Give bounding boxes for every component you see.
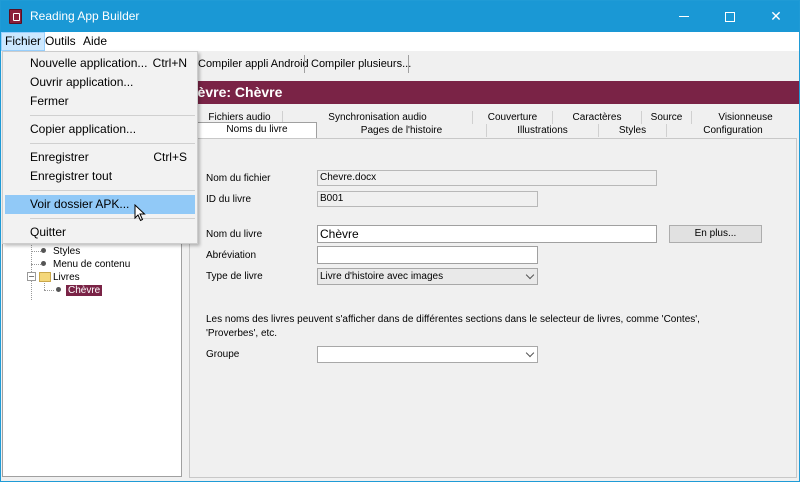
group-label: Groupe xyxy=(206,349,240,360)
menu-copy-app[interactable]: Copier application... xyxy=(5,120,195,139)
tab-configuration[interactable]: Configuration xyxy=(667,124,799,137)
booktype-value: Livre d'histoire avec images xyxy=(320,271,444,282)
tree-item-contents-menu[interactable]: Menu de contenu xyxy=(53,258,130,271)
filename-field: Chevre.docx xyxy=(317,170,657,186)
build-android-button[interactable]: Compiler appli Android xyxy=(194,54,313,74)
collapse-icon[interactable]: − xyxy=(27,272,36,281)
mouse-cursor-icon xyxy=(134,204,146,222)
groups-info-text: Les noms des livres peuvent s'afficher d… xyxy=(206,314,700,339)
close-icon: ✕ xyxy=(770,8,782,25)
menu-new-app[interactable]: Nouvelle application... Ctrl+N xyxy=(5,54,195,73)
menu-fichier[interactable]: Fichier xyxy=(1,32,46,51)
menu-open-app[interactable]: Ouvrir application... xyxy=(5,73,195,92)
app-window: Reading App Builder ✕ Fichier Outils Aid… xyxy=(0,0,800,482)
minimize-icon xyxy=(679,16,689,17)
tab-source[interactable]: Source xyxy=(642,111,692,124)
tree-item-styles[interactable]: Styles xyxy=(53,245,80,258)
title-bar: Reading App Builder ✕ xyxy=(1,1,799,32)
menu-separator xyxy=(30,218,195,219)
tree-connector xyxy=(44,290,54,291)
maximize-button[interactable] xyxy=(707,1,753,32)
tab-story-pages[interactable]: Pages de l'histoire xyxy=(317,124,487,137)
tree-connector xyxy=(44,283,45,290)
book-names-panel: Nom du fichier Chevre.docx ID du livre B… xyxy=(189,138,797,478)
menu-close[interactable]: Fermer xyxy=(5,92,195,111)
menu-separator xyxy=(30,190,195,191)
more-button[interactable]: En plus... xyxy=(669,225,762,243)
file-menu: Nouvelle application... Ctrl+N Ouvrir ap… xyxy=(2,51,198,244)
menu-save[interactable]: Enregistrer Ctrl+S xyxy=(5,148,195,167)
menu-separator xyxy=(30,115,195,116)
menu-save-all[interactable]: Enregistrer tout xyxy=(5,167,195,186)
booktype-select[interactable]: Livre d'histoire avec images xyxy=(317,268,538,285)
chevron-down-icon xyxy=(525,270,535,280)
book-editor: hèvre: Chèvre Fichiers audio Synchronisa… xyxy=(187,77,799,481)
bookname-label: Nom du livre xyxy=(206,229,263,240)
minimize-button[interactable] xyxy=(661,1,707,32)
abbreviation-label: Abréviation xyxy=(206,250,257,261)
menu-aide[interactable]: Aide xyxy=(80,32,110,51)
tree-connector xyxy=(31,264,41,265)
bookid-field: B001 xyxy=(317,191,538,207)
bookid-label: ID du livre xyxy=(206,194,252,205)
tree-bullet-icon xyxy=(56,287,61,292)
menu-copy-app-label: Copier application... xyxy=(30,122,137,136)
filename-label: Nom du fichier xyxy=(206,173,271,184)
book-header: hèvre: Chèvre xyxy=(187,81,799,104)
maximize-icon xyxy=(725,11,735,22)
menu-separator xyxy=(30,143,195,144)
tree-connector xyxy=(31,251,41,252)
menu-quit-label: Quitter xyxy=(30,225,67,239)
tab-cover[interactable]: Couverture xyxy=(473,111,553,124)
tree-item-chevre-label: Chèvre xyxy=(66,285,103,296)
menu-open-app-label: Ouvrir application... xyxy=(30,75,134,89)
window-title: Reading App Builder xyxy=(30,9,140,23)
menu-save-all-label: Enregistrer tout xyxy=(30,169,113,183)
build-multiple-button[interactable]: Compiler plusieurs... xyxy=(307,54,415,74)
bookname-input[interactable]: Chèvre xyxy=(317,225,657,243)
tree-bullet-icon xyxy=(41,261,46,266)
menu-close-label: Fermer xyxy=(30,94,69,108)
menu-outils[interactable]: Outils xyxy=(42,32,79,51)
menu-bar: Fichier Outils Aide xyxy=(1,32,799,51)
toolbar-separator xyxy=(304,55,305,73)
tab-book-names[interactable]: Noms du livre xyxy=(197,122,317,138)
menu-new-app-label: Nouvelle application... xyxy=(30,56,148,70)
menu-view-apk-folder-label: Voir dossier APK... xyxy=(30,197,130,211)
tree-connector xyxy=(31,240,32,300)
folder-icon xyxy=(39,272,51,282)
tree-bullet-icon xyxy=(41,248,46,253)
tree-item-books[interactable]: Livres xyxy=(53,271,80,284)
abbreviation-input[interactable] xyxy=(317,246,538,264)
tab-styles[interactable]: Styles xyxy=(599,124,667,137)
chevron-down-icon xyxy=(525,348,535,358)
app-book-icon xyxy=(9,9,22,24)
menu-view-apk-folder[interactable]: Voir dossier APK... xyxy=(5,195,195,214)
group-select[interactable] xyxy=(317,346,538,363)
booktype-label: Type de livre xyxy=(206,271,263,282)
tabs-row-bottom: Noms du livre Pages de l'histoire Illust… xyxy=(187,122,799,138)
tab-viewer[interactable]: Visionneuse xyxy=(692,111,799,124)
toolbar-separator xyxy=(408,55,409,73)
menu-save-label: Enregistrer xyxy=(30,150,89,164)
close-button[interactable]: ✕ xyxy=(753,1,799,32)
menu-save-shortcut: Ctrl+S xyxy=(153,150,187,164)
menu-new-app-shortcut: Ctrl+N xyxy=(152,56,187,70)
tree-item-chevre[interactable]: Chèvre xyxy=(66,284,103,297)
tab-characters[interactable]: Caractères xyxy=(553,111,642,124)
menu-quit[interactable]: Quitter xyxy=(5,223,195,242)
tab-illustrations[interactable]: Illustrations xyxy=(487,124,599,137)
